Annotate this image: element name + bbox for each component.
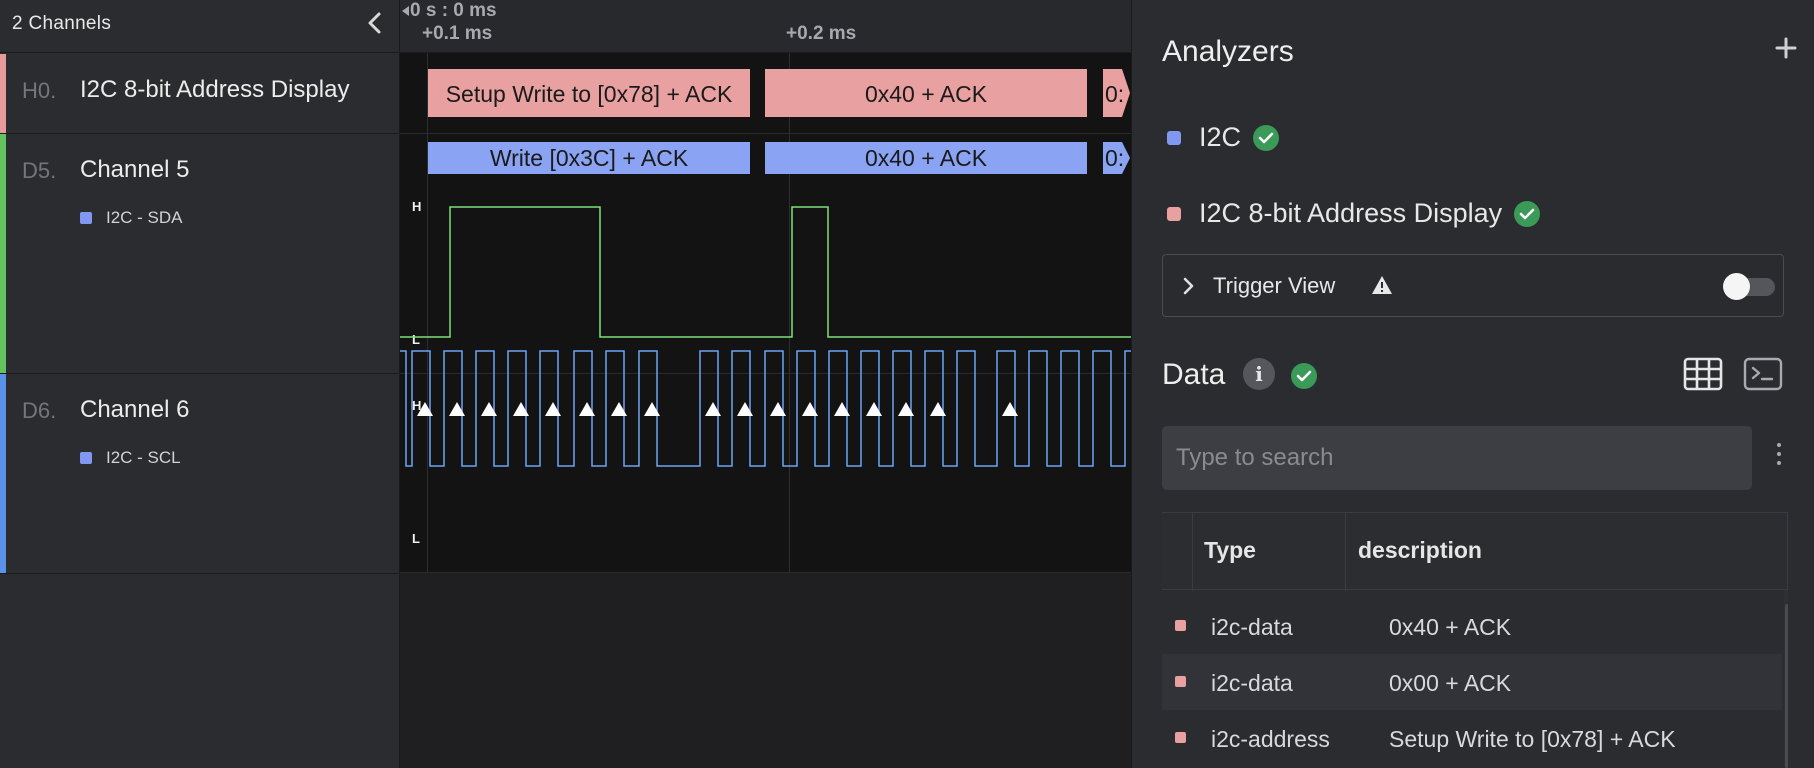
time-tick-label: +0.1 ms <box>422 23 493 44</box>
analyzer-item-i2c[interactable]: I2C <box>1167 122 1280 153</box>
plus-icon <box>1775 37 1797 59</box>
analyzers-sidebar: Analyzers I2C I2C 8-bit Address Display … <box>1131 0 1814 768</box>
frame-label: 0x40 + ACK <box>865 81 988 107</box>
check-circle-icon <box>1253 124 1280 151</box>
terminal-view-button[interactable] <box>1742 356 1784 392</box>
waveform-tracks[interactable]: Setup Write to [0x78] + ACK 0x40 + ACK 0… <box>400 53 1131 573</box>
channel-name: I2C 8-bit Address Display <box>80 76 350 103</box>
channel-count-title: 2 Channels <box>12 13 112 34</box>
channel-panel-header: 2 Channels <box>0 0 400 53</box>
channel-row-d6[interactable]: D6. Channel 6 I2C - SCL <box>0 374 400 574</box>
frame-label: 0: <box>1105 81 1124 107</box>
analyzer-color-dot <box>80 212 92 224</box>
scl-trace <box>400 350 1131 467</box>
waveform-view[interactable]: 0 s : 0 ms +0.1 ms +0.2 ms Setup Write t… <box>400 0 1131 768</box>
warning-icon <box>1372 276 1392 294</box>
time-tick-label: +0.2 ms <box>786 23 857 44</box>
channel-id: D5. <box>22 158 57 183</box>
sda-signal: H L <box>400 199 1131 347</box>
trigger-view-toggle[interactable] <box>1723 273 1777 300</box>
row-color-marker <box>1175 620 1186 631</box>
sda-trace <box>400 206 1131 338</box>
channel-color-stripe <box>0 134 6 373</box>
column-divider <box>1787 513 1788 591</box>
channel-name: Channel 6 <box>80 396 190 423</box>
waveform-canvas[interactable]: Setup Write to [0x78] + ACK 0x40 + ACK 0… <box>400 53 1131 573</box>
row-color-marker <box>1175 676 1186 687</box>
channel-analyzer-label: I2C - SDA <box>106 208 183 227</box>
frame-label: 0x40 + ACK <box>865 145 988 171</box>
table-row[interactable]: i2c-address Setup Write to [0x78] + ACK <box>1162 710 1782 766</box>
channel-row-d5[interactable]: D5. Channel 5 I2C - SDA <box>0 134 400 374</box>
terminal-icon <box>1743 357 1783 391</box>
frame-label: 0: <box>1105 145 1124 171</box>
more-options-button[interactable] <box>1772 440 1786 474</box>
kebab-dot <box>1777 443 1781 447</box>
column-divider <box>1345 513 1346 591</box>
channel-row-h0[interactable]: H0. I2C 8-bit Address Display <box>0 54 400 134</box>
trigger-view-panel[interactable]: Trigger View <box>1162 254 1784 317</box>
analyzers-title: Analyzers <box>1162 35 1294 68</box>
row-description: Setup Write to [0x78] + ACK <box>1389 726 1676 752</box>
add-analyzer-button[interactable] <box>1772 34 1800 62</box>
table-icon <box>1683 357 1723 391</box>
kebab-dot <box>1777 452 1781 456</box>
row-type: i2c-address <box>1211 726 1330 752</box>
info-icon[interactable]: i <box>1243 358 1275 390</box>
row-color-marker <box>1175 732 1186 743</box>
column-header-type[interactable]: Type <box>1204 537 1256 564</box>
channel-color-stripe <box>0 374 6 573</box>
analyzer-item-i2c-8bit[interactable]: I2C 8-bit Address Display <box>1167 198 1541 229</box>
chevron-left-icon <box>368 12 381 34</box>
row-description: 0x00 + ACK <box>1389 670 1512 696</box>
frame-label: Write [0x3C] + ACK <box>490 145 689 171</box>
time-ruler[interactable]: 0 s : 0 ms +0.1 ms +0.2 ms <box>400 0 1131 53</box>
scl-signal: H L <box>400 350 1131 546</box>
channel-analyzer-label: I2C - SCL <box>106 448 181 467</box>
column-header-description[interactable]: description <box>1358 537 1482 564</box>
trigger-view-label: Trigger View <box>1213 273 1336 298</box>
channel-id: H0. <box>22 78 57 103</box>
level-high-label: H <box>412 398 421 413</box>
channel-id: D6. <box>22 398 57 423</box>
row-type: i2c-data <box>1211 614 1293 640</box>
analyzer-name: I2C <box>1199 122 1242 152</box>
level-high-label: H <box>412 199 421 214</box>
channel-color-stripe <box>0 54 6 133</box>
level-low-label: L <box>412 531 420 546</box>
level-low-label: L <box>412 332 420 347</box>
column-divider <box>1192 513 1193 591</box>
channel-panel: 2 Channels H0. I2C 8-bit Address Display… <box>0 0 400 768</box>
channel-analyzer-tag: I2C - SDA <box>80 208 183 228</box>
h0-analyzer-frames[interactable]: Setup Write to [0x78] + ACK 0x40 + ACK 0… <box>428 69 1130 117</box>
kebab-dot <box>1777 461 1781 465</box>
table-row[interactable]: i2c-data 0x40 + ACK <box>1162 598 1782 654</box>
analyzer-color-swatch <box>1167 206 1181 221</box>
analyzer-color-swatch <box>1167 130 1181 145</box>
table-header: Type description <box>1162 512 1788 591</box>
d5-analyzer-frames[interactable]: Write [0x3C] + ACK 0x40 + ACK 0: <box>428 142 1130 174</box>
frame-label: Setup Write to [0x78] + ACK <box>446 81 733 107</box>
table-row[interactable]: i2c-data 0x00 + ACK <box>1162 654 1782 710</box>
table-scrollbar[interactable] <box>1784 590 1788 768</box>
analyzer-name: I2C 8-bit Address Display <box>1199 198 1503 228</box>
toggle-knob <box>1723 273 1750 300</box>
analyzer-color-dot <box>80 452 92 464</box>
data-table: Type description i2c-data 0x40 + ACK i2c… <box>1162 512 1788 768</box>
check-circle-icon <box>1291 363 1317 389</box>
scrollbar-thumb[interactable] <box>1785 604 1788 768</box>
time-origin-label: 0 s : 0 ms <box>410 0 497 21</box>
table-view-button[interactable] <box>1682 356 1724 392</box>
check-circle-icon <box>1514 200 1541 227</box>
row-type: i2c-data <box>1211 670 1293 696</box>
data-title: Data <box>1162 358 1226 391</box>
chevron-right-icon <box>1183 277 1194 295</box>
channel-analyzer-tag: I2C - SCL <box>80 448 181 468</box>
collapse-panel-button[interactable] <box>360 8 390 38</box>
channel-name: Channel 5 <box>80 156 190 183</box>
row-description: 0x40 + ACK <box>1389 614 1512 640</box>
data-search-input[interactable] <box>1162 426 1752 490</box>
